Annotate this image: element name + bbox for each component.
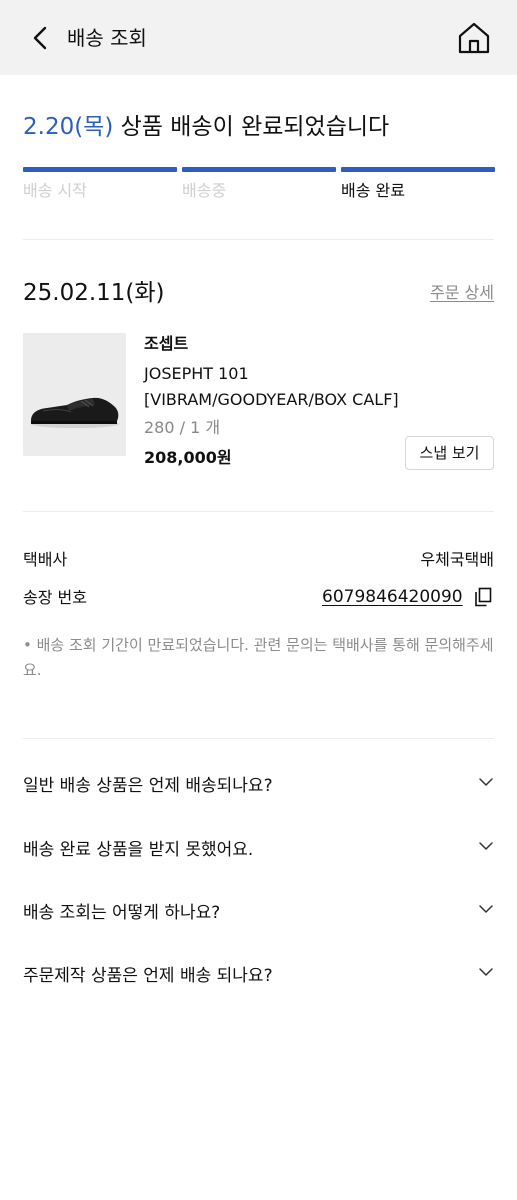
copy-icon xyxy=(475,587,492,607)
courier-label: 택배사 xyxy=(23,550,68,569)
snap-view-button[interactable]: 스냅 보기 xyxy=(405,436,494,470)
delivery-notice: • 배송 조회 기간이 만료되었습니다. 관련 문의는 택배사를 통해 문의해주… xyxy=(23,636,494,679)
progress-bar-segment xyxy=(23,167,177,172)
progress-step-in-transit: 배송중 xyxy=(182,167,336,202)
shoe-image xyxy=(23,333,126,456)
section-divider xyxy=(23,738,494,739)
progress-step-label: 배송 시작 xyxy=(23,181,87,200)
product-name: JOSEPHT 101 xyxy=(144,364,249,383)
delivery-message: 상품 배송이 완료되었습니다 xyxy=(120,114,390,140)
page-title: 배송 조회 xyxy=(67,26,147,50)
product-price: 208,000원 xyxy=(144,448,232,467)
home-button[interactable] xyxy=(456,20,492,56)
chevron-down-icon xyxy=(479,842,493,850)
delivery-status-headline: 2.20(목) 상품 배송이 완료되었습니다 xyxy=(23,111,389,143)
progress-step-label: 배송중 xyxy=(182,181,227,200)
faq-item[interactable]: 배송 조회는 어떻게 하나요? xyxy=(23,901,494,931)
order-date: 25.02.11(화) xyxy=(23,280,165,306)
faq-item[interactable]: 배송 완료 상품을 받지 못했어요. xyxy=(23,838,494,868)
copy-button[interactable] xyxy=(474,587,492,607)
order-detail-link[interactable]: 주문 상세 xyxy=(430,282,494,304)
faq-question: 일반 배송 상품은 언제 배송되나요? xyxy=(23,776,273,796)
chevron-left-icon xyxy=(33,26,47,50)
progress-step-delivered: 배송 완료 xyxy=(341,167,495,202)
app-header: 배송 조회 xyxy=(0,0,517,75)
product-name-detail: [VIBRAM/GOODYEAR/BOX CALF] xyxy=(144,390,399,409)
faq-question: 주문제작 상품은 언제 배송 되나요? xyxy=(23,966,273,986)
courier-value: 우체국택배 xyxy=(420,550,494,569)
section-divider xyxy=(23,239,494,240)
progress-step-label: 배송 완료 xyxy=(341,181,405,200)
faq-question: 배송 완료 상품을 받지 못했어요. xyxy=(23,840,254,860)
progress-bar-segment xyxy=(341,167,495,172)
faq-item[interactable]: 일반 배송 상품은 언제 배송되나요? xyxy=(23,774,494,804)
progress-bar-segment xyxy=(182,167,336,172)
faq-question: 배송 조회는 어떻게 하나요? xyxy=(23,903,221,923)
tracking-label: 송장 번호 xyxy=(23,588,87,607)
tracking-number[interactable]: 6079846420090 xyxy=(322,586,463,608)
section-divider xyxy=(23,511,494,512)
chevron-down-icon xyxy=(479,968,493,976)
product-image[interactable] xyxy=(23,333,126,456)
home-icon xyxy=(458,22,490,54)
progress-step-started: 배송 시작 xyxy=(23,167,177,202)
chevron-down-icon xyxy=(479,778,493,786)
product-option: 280 / 1 개 xyxy=(144,418,221,437)
back-button[interactable] xyxy=(26,22,56,54)
faq-item[interactable]: 주문제작 상품은 언제 배송 되나요? xyxy=(23,964,494,994)
chevron-down-icon xyxy=(479,905,493,913)
delivery-date: 2.20(목) xyxy=(23,114,114,140)
product-brand: 조셉트 xyxy=(144,334,189,353)
delivery-progress: 배송 시작 배송중 배송 완료 xyxy=(23,167,495,207)
